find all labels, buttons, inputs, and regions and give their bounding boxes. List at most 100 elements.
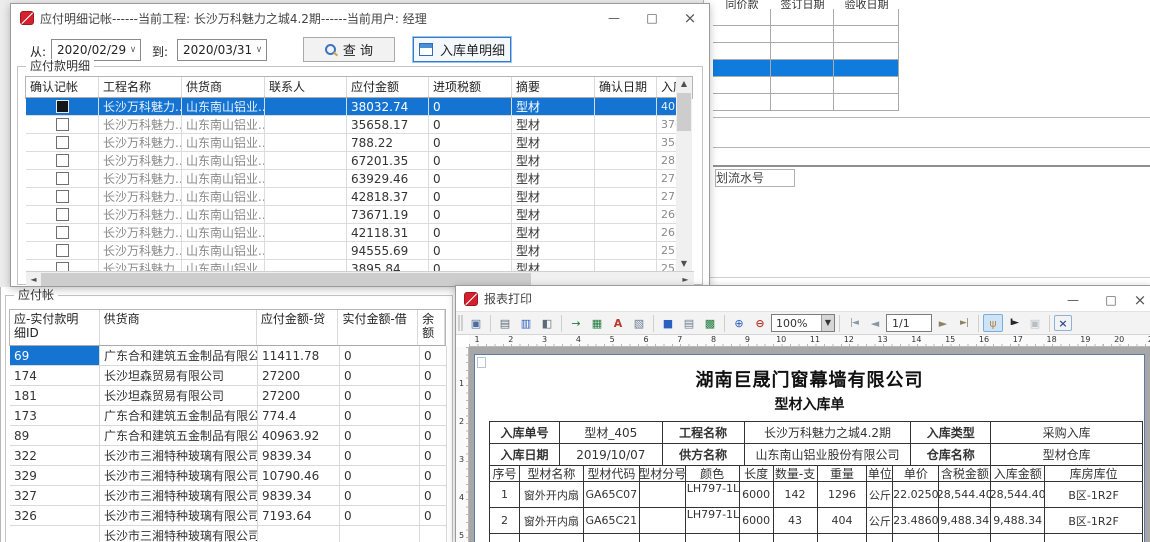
next-page-icon[interactable]: ►	[933, 314, 953, 332]
empty-cell[interactable]	[771, 26, 834, 43]
toolbar-grip-icon[interactable]	[458, 315, 463, 331]
table-row[interactable]: 长沙万科魅力...山东南山铝业...42818.370型材275	[26, 188, 678, 206]
vertical-scrollbar[interactable]: ▲ ▼	[676, 77, 692, 271]
inbound-detail-button[interactable]: 入库单明细	[413, 37, 511, 62]
confirm-checkbox[interactable]	[56, 100, 69, 113]
table-row[interactable]: 长沙万科魅力...山东南山铝业...35658.170型材376	[26, 116, 678, 134]
confirm-checkbox[interactable]	[56, 226, 69, 239]
empty-cell[interactable]	[771, 94, 834, 111]
table-row[interactable]: 327长沙市三湘特种玻璃有限公司9839.3400	[10, 486, 447, 506]
column-header[interactable]: 摘要	[512, 77, 595, 97]
export-excel-icon[interactable]: ▦	[587, 314, 607, 332]
horizontal-scrollbar[interactable]: ◄ ►	[26, 271, 694, 286]
empty-cell[interactable]	[771, 43, 834, 60]
empty-cell[interactable]	[771, 77, 834, 94]
empty-cell[interactable]	[713, 43, 771, 60]
design-tools-icon[interactable]: ◧	[537, 314, 557, 332]
page-indicator[interactable]: 1/1	[886, 314, 932, 332]
chevron-down-icon[interactable]: ▼	[821, 315, 834, 331]
column-header[interactable]: 应付金额	[347, 77, 429, 97]
empty-cell[interactable]	[713, 77, 771, 94]
table-row[interactable]: 长沙万科魅力...山东南山铝业...42118.310型材265	[26, 224, 678, 242]
copy-page-icon[interactable]: ▣	[1025, 314, 1045, 332]
table-row[interactable]: 长沙万科魅力...山东南山铝业...94555.690型材251	[26, 242, 678, 260]
table-row[interactable]: 181长沙坦森贸易有限公司2720000	[10, 386, 447, 406]
column-header[interactable]: 联系人	[265, 77, 347, 97]
table-row[interactable]: 326长沙市三湘特种玻璃有限公司7193.6400	[10, 506, 447, 526]
export-quick-icon[interactable]: →	[566, 314, 586, 332]
column-header[interactable]: 确认日期	[595, 77, 657, 97]
zoom-in-icon[interactable]: ⊕	[729, 314, 749, 332]
scrollbar-thumb[interactable]	[41, 273, 531, 286]
column-header[interactable]: 工程名称	[99, 77, 182, 97]
column-header[interactable]: 应-实付款明 细ID	[10, 310, 100, 345]
column-header[interactable]: 余额	[418, 310, 445, 345]
table-row[interactable]: 长沙万科魅力...山东南山铝业...67201.350型材283	[26, 152, 678, 170]
export-mail-icon[interactable]: ▧	[629, 314, 649, 332]
empty-cell[interactable]	[713, 94, 771, 111]
titlebar[interactable]: 报表打印 — □ ×	[456, 286, 1150, 312]
open-doc-icon[interactable]: ▤	[679, 314, 699, 332]
to-date-select[interactable]: 2020/03/31 ∨	[177, 39, 267, 61]
text-select-icon[interactable]: I►	[1004, 314, 1024, 332]
scroll-left-icon[interactable]: ◄	[26, 272, 41, 287]
table-row[interactable]: 89广东合和建筑五金制品有限公司40963.9200	[10, 426, 447, 446]
empty-cell[interactable]	[834, 26, 899, 43]
last-page-icon[interactable]: ►|	[954, 314, 974, 332]
minimize-icon[interactable]: —	[595, 4, 633, 32]
table-row[interactable]: 长沙万科魅力...山东南山铝业...3895.840型材252	[26, 260, 678, 271]
empty-cell[interactable]	[771, 9, 834, 26]
confirm-checkbox[interactable]	[56, 244, 69, 257]
empty-cell[interactable]	[713, 60, 771, 77]
from-date-select[interactable]: 2020/02/29 ∨	[51, 39, 141, 61]
column-header[interactable]: 供货商	[182, 77, 265, 97]
empty-cell[interactable]	[834, 94, 899, 111]
form-icon[interactable]: ▣	[466, 314, 486, 332]
book-preview-icon[interactable]: ▥	[516, 314, 536, 332]
column-header[interactable]: 入库	[657, 77, 678, 97]
empty-cell[interactable]	[713, 9, 771, 26]
table-row[interactable]: 322长沙市三湘特种玻璃有限公司9839.3400	[10, 446, 447, 466]
column-header[interactable]: 确认记帐	[26, 77, 99, 97]
prev-page-icon[interactable]: ◄	[865, 314, 885, 332]
maximize-icon[interactable]: □	[633, 4, 671, 32]
table-row[interactable]: 69广东合和建筑五金制品有限公司11411.7800	[10, 346, 447, 366]
hand-tool-icon[interactable]: ψ	[983, 314, 1003, 332]
query-button[interactable]: 查 询	[303, 37, 395, 62]
minimize-icon[interactable]: —	[1054, 286, 1092, 314]
confirm-checkbox[interactable]	[56, 154, 69, 167]
table-row[interactable]: 174长沙坦森贸易有限公司2720000	[10, 366, 447, 386]
confirm-checkbox[interactable]	[56, 136, 69, 149]
table-row[interactable]: 长沙万科魅力...山东南山铝业...63929.460型材276	[26, 170, 678, 188]
scroll-up-icon[interactable]: ▲	[676, 77, 692, 92]
save-icon[interactable]: ■	[658, 314, 678, 332]
column-header[interactable]: 供货商	[100, 310, 257, 345]
table-row[interactable]: 329长沙市三湘特种玻璃有限公司10790.4600	[10, 466, 447, 486]
zoom-select[interactable]: 100%▼	[771, 314, 835, 332]
empty-cell[interactable]	[713, 26, 771, 43]
confirm-checkbox[interactable]	[56, 262, 69, 271]
first-page-icon[interactable]: |◄	[844, 314, 864, 332]
report-preview-area[interactable]: 湖南巨晟门窗幕墙有限公司 型材入库单 入库单号型材_405工程名称长沙万科魅力之…	[469, 347, 1150, 542]
titlebar[interactable]: 应付明细记帐------当前工程: 长沙万科魅力之城4.2期------当前用户…	[11, 4, 709, 32]
table-row[interactable]: 长沙市三湘特种玻璃有限公司	[10, 526, 447, 542]
confirm-checkbox[interactable]	[56, 172, 69, 185]
confirm-checkbox[interactable]	[56, 190, 69, 203]
table-row[interactable]: 长沙万科魅力...山东南山铝业...38032.740型材405	[26, 98, 678, 116]
empty-cell[interactable]	[834, 9, 899, 26]
table-row[interactable]: 173广东合和建筑五金制品有限公司774.400	[10, 406, 447, 426]
confirm-checkbox[interactable]	[56, 208, 69, 221]
archive-icon[interactable]: ▩	[700, 314, 720, 332]
column-header[interactable]: 进项税额	[429, 77, 512, 97]
export-pdf-icon[interactable]: A	[608, 314, 628, 332]
empty-cell[interactable]	[834, 60, 899, 77]
column-header[interactable]: 应付金额-贷	[257, 310, 339, 345]
zoom-out-icon[interactable]: ⊖	[750, 314, 770, 332]
chevron-down-icon[interactable]: ∨	[252, 45, 266, 55]
confirm-checkbox[interactable]	[56, 118, 69, 131]
empty-cell[interactable]	[834, 77, 899, 94]
scroll-down-icon[interactable]: ▼	[676, 256, 692, 271]
serial-number-field[interactable]: 划流水号	[715, 169, 795, 187]
table-row[interactable]: 长沙万科魅力...山东南山铝业...73671.190型材266	[26, 206, 678, 224]
close-report-icon[interactable]: ×	[1054, 315, 1072, 331]
